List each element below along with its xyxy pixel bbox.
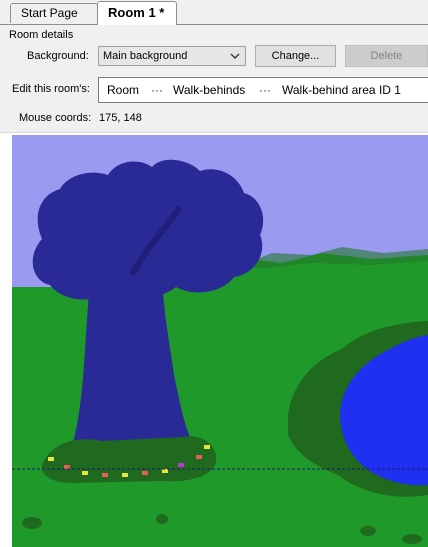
- background-select-value: Main background: [103, 50, 188, 62]
- room-editor-canvas-panel: [0, 132, 428, 547]
- tab-start-page-label: Start Page: [21, 6, 78, 20]
- delete-background-button[interactable]: Delete: [345, 45, 428, 67]
- tab-room-1-label: Room 1 *: [108, 5, 165, 20]
- mouse-coords-value: 175, 148: [99, 112, 142, 124]
- tab-room-1[interactable]: Room 1 *: [97, 1, 177, 25]
- breadcrumb-separator[interactable]: ···: [259, 78, 271, 102]
- breadcrumb-walk-behinds[interactable]: Walk-behinds: [173, 78, 245, 102]
- tab-start-page[interactable]: Start Page: [10, 3, 98, 23]
- room-details-group-label: Room details: [9, 29, 74, 41]
- mouse-coords-label: Mouse coords:: [19, 112, 92, 124]
- breadcrumb-room[interactable]: Room: [107, 78, 139, 102]
- flower-bed: [41, 436, 217, 483]
- room-background-canvas[interactable]: [12, 135, 428, 547]
- change-background-button[interactable]: Change...: [255, 45, 336, 67]
- room-details-panel: Room details Background: Main background…: [0, 25, 428, 132]
- breadcrumb-walk-behind-area[interactable]: Walk-behind area ID 1: [282, 78, 401, 102]
- breadcrumb-separator[interactable]: ···: [151, 78, 163, 102]
- edit-mode-breadcrumb[interactable]: Room ··· Walk-behinds ··· Walk-behind ar…: [98, 77, 428, 103]
- chevron-down-icon: [230, 53, 240, 59]
- edit-rooms-label: Edit this room's:: [12, 83, 90, 95]
- background-label: Background:: [27, 50, 89, 62]
- document-tab-strip: Start Page Room 1 *: [0, 0, 428, 25]
- background-select[interactable]: Main background: [98, 46, 246, 66]
